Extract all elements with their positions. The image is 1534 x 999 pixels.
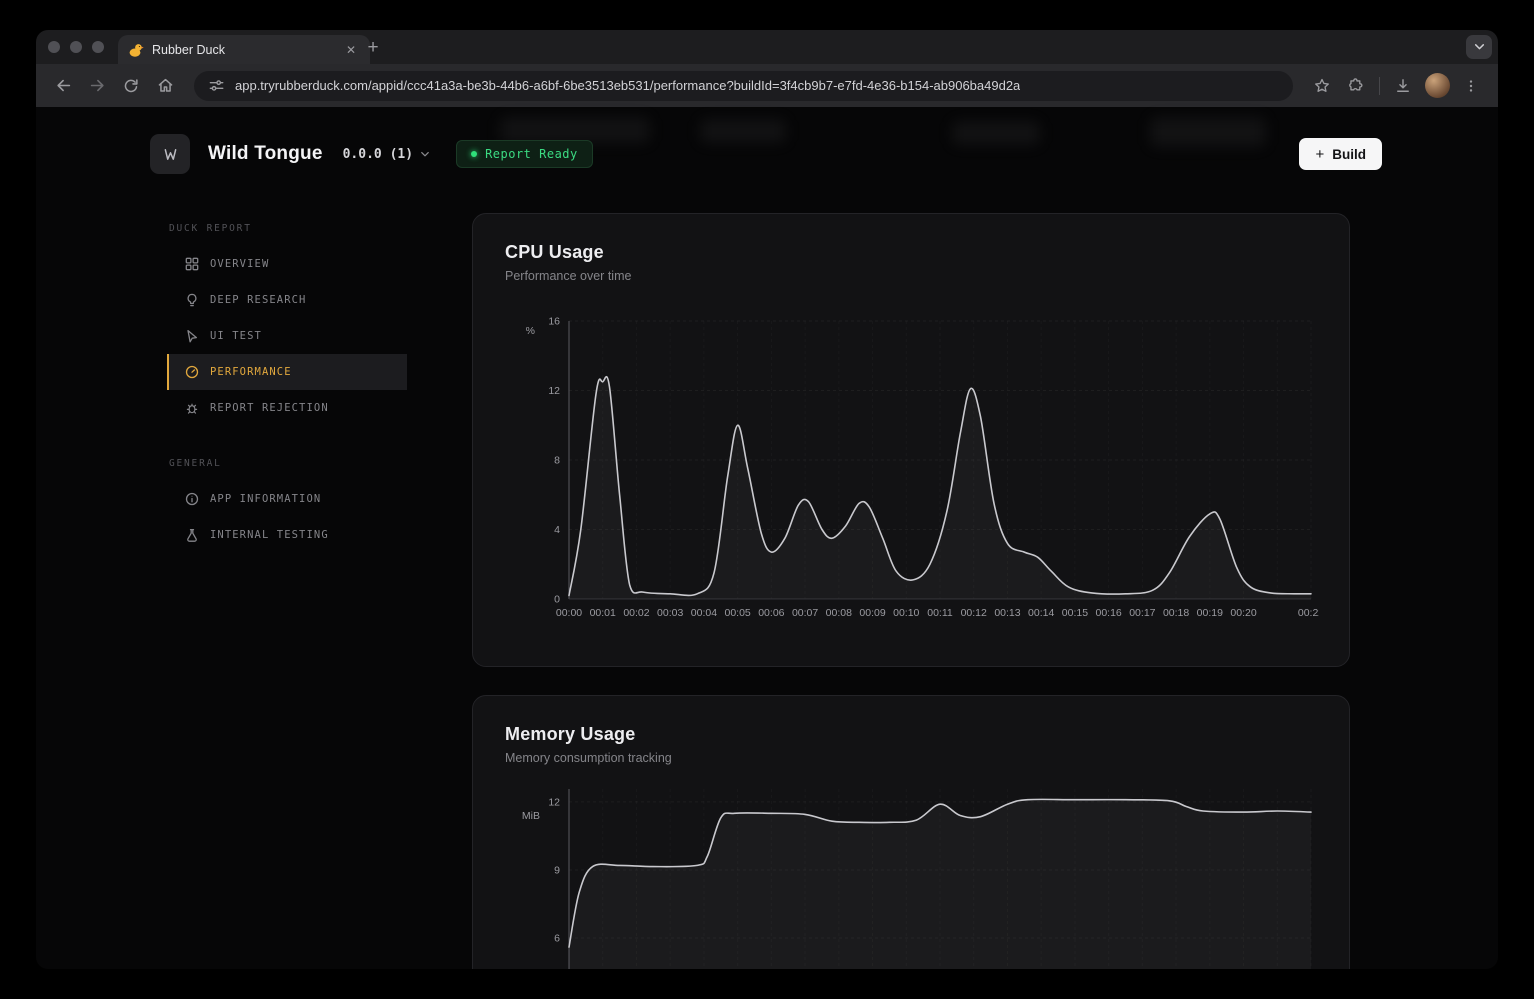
browser-menu-kebab-icon[interactable]: [1456, 71, 1486, 101]
svg-text:00:22: 00:22: [1298, 607, 1319, 619]
sidebar: DUCK REPORT OVERVIEW DEEP RESEARCH UI TE…: [167, 223, 407, 553]
svg-text:00:15: 00:15: [1062, 607, 1088, 619]
extensions-icon[interactable]: [1341, 71, 1371, 101]
sidebar-item-performance[interactable]: PERFORMANCE: [167, 354, 407, 390]
build-button[interactable]: + Build: [1299, 138, 1382, 170]
version-dropdown[interactable]: 0.0.0 (1): [343, 147, 430, 162]
flask-icon: [185, 528, 199, 542]
duck-favicon-icon: [128, 42, 144, 58]
svg-text:00:03: 00:03: [657, 607, 683, 619]
plus-icon: +: [1315, 146, 1324, 163]
home-button[interactable]: [150, 71, 180, 101]
bulb-icon: [185, 293, 199, 307]
site-settings-icon[interactable]: [208, 77, 225, 94]
sidebar-item-ui-test[interactable]: UI TEST: [167, 318, 407, 354]
sidebar-item-report-rejection[interactable]: REPORT REJECTION: [167, 390, 407, 426]
traffic-light-zoom[interactable]: [92, 41, 104, 53]
bookmark-star-icon[interactable]: [1307, 71, 1337, 101]
info-icon: [185, 492, 199, 506]
svg-text:00:05: 00:05: [724, 607, 750, 619]
bug-icon: [185, 401, 199, 415]
svg-text:00:10: 00:10: [893, 607, 919, 619]
memory-card-subtitle: Memory consumption tracking: [505, 751, 1317, 765]
status-dot-icon: [471, 151, 477, 157]
svg-text:%: %: [526, 325, 535, 337]
traffic-light-minimize[interactable]: [70, 41, 82, 53]
url-text: app.tryrubberduck.com/appid/ccc41a3a-be3…: [235, 78, 1020, 93]
svg-text:00:08: 00:08: [826, 607, 852, 619]
sidebar-item-deep-research[interactable]: DEEP RESEARCH: [167, 282, 407, 318]
back-button[interactable]: [48, 71, 78, 101]
status-label: Report Ready: [485, 147, 578, 161]
svg-text:00:01: 00:01: [590, 607, 616, 619]
svg-text:12: 12: [548, 385, 560, 397]
memory-usage-card: Memory Usage Memory consumption tracking…: [472, 695, 1350, 969]
app-header: Wild Tongue 0.0.0 (1) Report Ready + Bui…: [36, 107, 1498, 201]
cpu-card-subtitle: Performance over time: [505, 269, 1317, 283]
svg-text:00:13: 00:13: [994, 607, 1020, 619]
svg-text:8: 8: [554, 455, 560, 467]
svg-text:00:14: 00:14: [1028, 607, 1054, 619]
browser-window: Rubber Duck ✕ + app.tryrubberduck.com/ap…: [36, 30, 1498, 969]
profile-avatar[interactable]: [1422, 71, 1452, 101]
url-bar[interactable]: app.tryrubberduck.com/appid/ccc41a3a-be3…: [194, 71, 1293, 101]
grid-icon: [185, 257, 199, 271]
tab-strip: Rubber Duck ✕ +: [36, 30, 1498, 64]
svg-text:00:18: 00:18: [1163, 607, 1189, 619]
svg-text:0: 0: [554, 594, 560, 606]
sidebar-item-internal-testing[interactable]: INTERNAL TESTING: [167, 517, 407, 553]
sidebar-section-general: GENERAL: [169, 458, 407, 469]
svg-text:00:06: 00:06: [758, 607, 784, 619]
svg-text:00:09: 00:09: [859, 607, 885, 619]
cpu-usage-chart: 0 4 8 12 16% 00:00 00:01 00:02 00:03 00:04 00:05 00…: [505, 307, 1319, 619]
downloads-icon[interactable]: [1388, 71, 1418, 101]
traffic-light-close[interactable]: [48, 41, 60, 53]
cursor-icon: [185, 329, 199, 343]
svg-text:6: 6: [554, 933, 560, 945]
memory-usage-chart: 6 9 12 MiB: [505, 789, 1319, 969]
forward-button[interactable]: [82, 71, 112, 101]
sidebar-section-duck-report: DUCK REPORT: [169, 223, 407, 234]
svg-text:00:12: 00:12: [961, 607, 987, 619]
svg-text:00:07: 00:07: [792, 607, 818, 619]
tab-search-chevron-button[interactable]: [1466, 35, 1492, 59]
svg-text:00:17: 00:17: [1129, 607, 1155, 619]
app-title: Wild Tongue: [208, 143, 323, 165]
cpu-card-title: CPU Usage: [505, 242, 1317, 263]
svg-text:16: 16: [548, 316, 560, 328]
svg-text:00:16: 00:16: [1095, 607, 1121, 619]
gauge-icon: [185, 365, 199, 379]
browser-toolbar: app.tryrubberduck.com/appid/ccc41a3a-be3…: [36, 64, 1498, 107]
browser-tab[interactable]: Rubber Duck ✕: [118, 35, 370, 64]
svg-text:9: 9: [554, 864, 560, 876]
chevron-down-icon: [420, 151, 430, 158]
main-content: CPU Usage Performance over time 0 4 8 12 16%…: [472, 213, 1350, 969]
svg-text:00:04: 00:04: [691, 607, 717, 619]
svg-text:MiB: MiB: [522, 810, 540, 822]
svg-text:00:00: 00:00: [556, 607, 582, 619]
app-logo-icon: [150, 134, 190, 174]
cpu-usage-card: CPU Usage Performance over time 0 4 8 12 16%…: [472, 213, 1350, 667]
svg-text:12: 12: [548, 796, 560, 808]
app-page: Wild Tongue 0.0.0 (1) Report Ready + Bui…: [36, 107, 1498, 969]
toolbar-divider: [1379, 77, 1380, 95]
new-tab-button[interactable]: +: [360, 35, 386, 61]
tab-title: Rubber Duck: [152, 43, 334, 57]
reload-button[interactable]: [116, 71, 146, 101]
svg-text:00:11: 00:11: [927, 607, 953, 619]
tab-close-icon[interactable]: ✕: [342, 41, 360, 59]
status-badge: Report Ready: [456, 140, 593, 168]
svg-text:4: 4: [554, 524, 560, 536]
memory-card-title: Memory Usage: [505, 724, 1317, 745]
sidebar-item-app-information[interactable]: APP INFORMATION: [167, 481, 407, 517]
svg-text:00:20: 00:20: [1230, 607, 1256, 619]
version-label: 0.0.0 (1): [343, 147, 413, 162]
avatar: [1425, 73, 1450, 98]
sidebar-item-overview[interactable]: OVERVIEW: [167, 246, 407, 282]
svg-text:00:02: 00:02: [623, 607, 649, 619]
svg-text:00:19: 00:19: [1197, 607, 1223, 619]
build-button-label: Build: [1332, 147, 1366, 162]
